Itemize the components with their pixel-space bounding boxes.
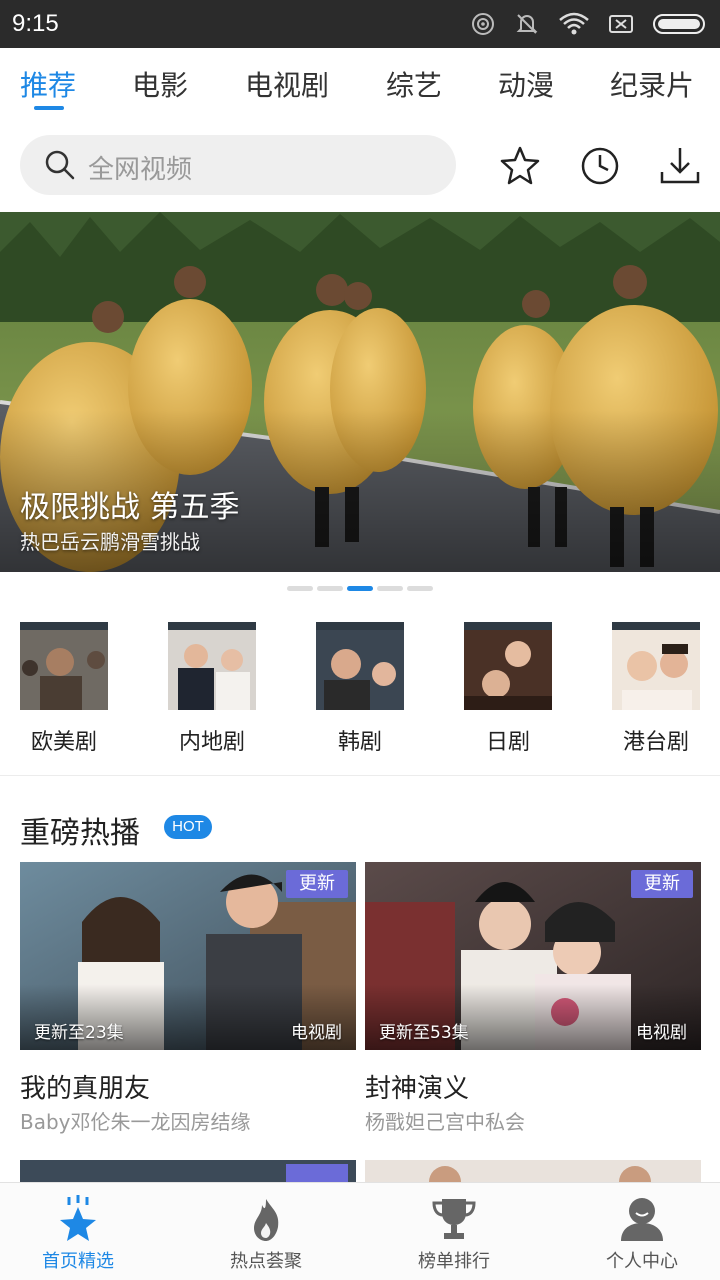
section-title: 重磅热播 (20, 816, 140, 851)
update-badge: 更新 (631, 870, 693, 898)
nav-label: 个人中心 (606, 1251, 678, 1272)
search-input[interactable]: 全网视频 (20, 135, 456, 195)
genre-label: 内地剧 (178, 730, 245, 755)
genre-label: 欧美剧 (30, 730, 97, 755)
genre-thumbnail (612, 622, 700, 710)
genre-label: 韩剧 (337, 730, 382, 755)
carousel-dot (287, 586, 313, 591)
carousel-dot-active (347, 586, 373, 591)
search-icon (45, 150, 75, 180)
carousel-dot (317, 586, 343, 591)
tab-tv-series[interactable]: 电视剧 (245, 64, 329, 104)
download-icon[interactable] (658, 144, 702, 188)
genre-label: 港台剧 (622, 730, 689, 755)
nav-trending[interactable]: 热点荟聚 (176, 1183, 356, 1280)
star-home-icon (60, 1195, 96, 1241)
genre-thumbnail (316, 622, 404, 710)
search-row: 全网视频 (0, 118, 720, 212)
nav-home[interactable]: 首页精选 (0, 1183, 168, 1280)
nav-profile[interactable]: 个人中心 (552, 1183, 720, 1280)
banner-carousel[interactable]: 极限挑战 第五季 热巴岳云鹏滑雪挑战 (0, 212, 720, 572)
bottom-navigation: 首页精选 热点荟聚 榜单排行 个人中心 (0, 1182, 720, 1280)
search-placeholder: 全网视频 (88, 155, 193, 185)
category-tabs: 推荐 电影 电视剧 综艺 动漫 纪录片 (0, 48, 720, 118)
active-tab-indicator (34, 106, 64, 110)
genre-row: 欧美剧 内地剧 韩剧 日剧 港台剧 (0, 620, 720, 775)
tab-documentary[interactable]: 纪录片 (610, 64, 694, 104)
genre-thumbnail (20, 622, 108, 710)
wifi-icon (559, 12, 589, 35)
person-icon (621, 1198, 663, 1241)
trophy-icon (432, 1199, 476, 1239)
card-title: 我的真朋友 (20, 1074, 151, 1104)
carousel-dot (407, 586, 433, 591)
episode-status: 更新至53集 (379, 1023, 469, 1043)
carousel-indicator (287, 586, 433, 591)
next-card-thumbnail (365, 1160, 701, 1182)
nav-label: 首页精选 (42, 1251, 114, 1272)
tab-anime[interactable]: 动漫 (498, 64, 554, 104)
content-type: 电视剧 (636, 1023, 687, 1043)
history-icon[interactable] (578, 144, 622, 188)
genre-label: 日剧 (485, 730, 530, 755)
episode-status: 更新至23集 (34, 1023, 124, 1043)
genre-thumbnail (168, 622, 256, 710)
card-title: 封神演义 (365, 1074, 470, 1104)
next-card-thumbnail (20, 1160, 356, 1182)
card-subtitle: 杨戬妲己宫中私会 (365, 1110, 525, 1134)
status-time: 9:15 (12, 10, 59, 37)
hot-badge: HOT (164, 815, 212, 839)
update-badge: 更新 (286, 870, 348, 898)
nav-label: 热点荟聚 (230, 1251, 302, 1272)
section-divider (0, 775, 720, 776)
mute-icon (516, 14, 538, 34)
tab-movie[interactable]: 电影 (132, 64, 188, 104)
tab-variety[interactable]: 综艺 (386, 64, 442, 104)
status-bar: 9:15 (0, 0, 720, 48)
content-type: 电视剧 (291, 1023, 342, 1043)
nav-ranking[interactable]: 榜单排行 (364, 1183, 544, 1280)
battery-icon (653, 14, 705, 34)
tab-recommend[interactable]: 推荐 (20, 64, 76, 104)
no-sim-icon (609, 15, 633, 33)
card-subtitle: Baby邓伦朱一龙因房结缘 (20, 1110, 251, 1134)
banner-title: 极限挑战 第五季 (20, 490, 240, 525)
nav-label: 榜单排行 (418, 1251, 490, 1272)
hotspot-icon (472, 13, 494, 35)
status-icons (470, 9, 708, 39)
carousel-dot (377, 586, 403, 591)
star-icon[interactable] (498, 144, 542, 188)
genre-thumbnail (464, 622, 552, 710)
banner-subtitle: 热巴岳云鹏滑雪挑战 (20, 530, 200, 554)
flame-icon (254, 1199, 279, 1241)
